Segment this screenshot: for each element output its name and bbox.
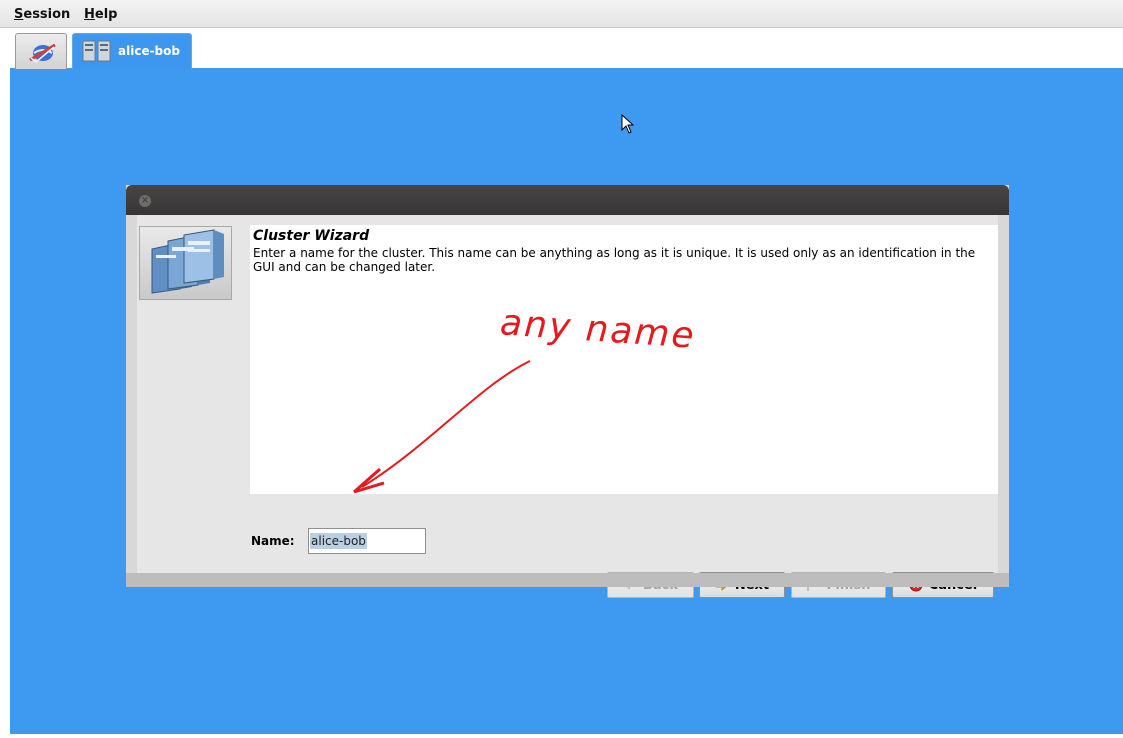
tab-home[interactable] xyxy=(15,33,67,69)
dialog-body: Cluster Wizard Enter a name for the clus… xyxy=(137,215,998,598)
mouse-cursor-icon xyxy=(621,114,635,134)
tab-cluster-alice-bob[interactable]: alice-bob xyxy=(72,33,192,69)
menu-session-mnemonic: S xyxy=(14,7,24,22)
home-globe-icon xyxy=(29,43,56,63)
wizard-content-panel: Cluster Wizard Enter a name for the clus… xyxy=(250,225,998,494)
cluster-servers-icon xyxy=(82,40,111,62)
annotation-arrow xyxy=(353,360,531,494)
menu-session[interactable]: Session xyxy=(14,7,70,22)
wizard-description: Enter a name for the cluster. This name … xyxy=(253,246,976,274)
menu-help-label: elp xyxy=(94,7,118,22)
cluster-name-input[interactable]: alice-bob xyxy=(308,528,426,554)
dialog-bottom-edge xyxy=(126,573,1009,587)
cluster-wizard-dialog: ✕ Cluster Wizard Enter a name for the cl… xyxy=(126,185,1009,598)
tab-cluster-label: alice-bob xyxy=(118,44,180,58)
menu-session-label: ession xyxy=(23,7,71,22)
wizard-title: Cluster Wizard xyxy=(253,228,370,244)
cluster-name-value: alice-bob xyxy=(310,533,367,549)
dialog-titlebar[interactable]: ✕ xyxy=(126,185,1009,215)
tab-strip: alice-bob xyxy=(10,28,1123,69)
menu-help[interactable]: Help xyxy=(84,7,117,22)
close-icon[interactable]: ✕ xyxy=(139,195,151,207)
server-boxes-icon xyxy=(151,229,224,294)
name-label: Name: xyxy=(251,534,295,548)
menubar: Session Help xyxy=(0,0,1123,28)
menu-help-mnemonic: H xyxy=(84,7,95,22)
cluster-wizard-image xyxy=(139,226,232,300)
